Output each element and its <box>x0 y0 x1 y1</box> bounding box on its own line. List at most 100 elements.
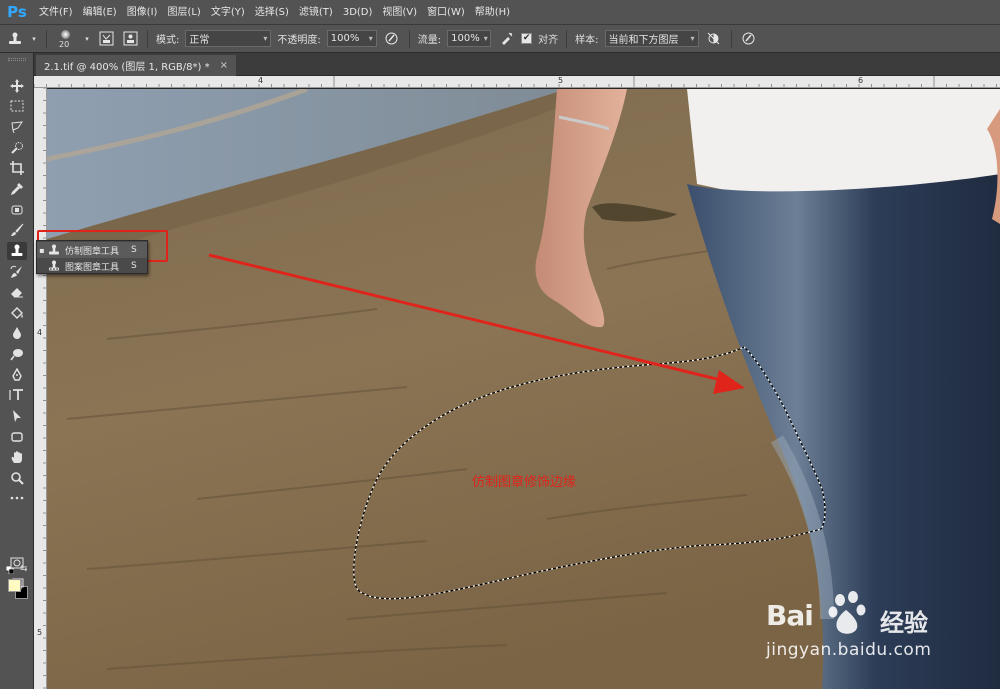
opacity-input[interactable]: 100% ▾ <box>326 30 377 47</box>
ignore-adjustment-layers-icon[interactable] <box>705 30 723 48</box>
menu-bar: Ps 文件(F) 编辑(E) 图像(I) 图层(L) 文字(Y) 选择(S) 滤… <box>0 0 1000 25</box>
spot-healing-tool-icon[interactable] <box>7 201 27 219</box>
baidu-jingyan-watermark: Bai 经验 jingyan.baidu.com <box>764 590 964 670</box>
brush-size-value: 20 <box>59 39 70 49</box>
document-tab[interactable]: 2.1.tif @ 400% (图层 1, RGB/8*) * × <box>36 55 236 76</box>
pressure-size-icon[interactable] <box>740 30 758 48</box>
flow-label: 流量: <box>417 35 442 46</box>
watermark-brand-latin: Bai <box>766 599 814 632</box>
separator <box>408 29 410 48</box>
opacity-value: 100% <box>330 33 360 44</box>
zoom-tool-icon[interactable] <box>7 469 27 487</box>
blur-tool-icon[interactable] <box>7 324 27 342</box>
paint-bucket-tool-icon[interactable] <box>7 304 27 322</box>
watermark-brand-cn: 经验 <box>880 609 928 637</box>
mode-select[interactable]: 正常 ▾ <box>185 30 272 47</box>
separator <box>566 29 568 48</box>
ruler-label: 5 <box>558 76 564 85</box>
hand-tool-icon[interactable] <box>7 448 27 466</box>
brush-tool-icon[interactable] <box>7 221 27 239</box>
menu-help[interactable]: 帮助(H) <box>470 0 515 25</box>
panel-grip[interactable] <box>8 58 26 61</box>
sample-select[interactable]: 当前和下方图层 ▾ <box>604 30 699 47</box>
chevron-down-icon: ▾ <box>263 34 268 43</box>
menu-layer[interactable]: 图层(L) <box>162 0 205 25</box>
sample-value: 当前和下方图层 <box>608 35 679 46</box>
tools-panel: ⇆ <box>0 53 34 689</box>
ruler-label: 4 <box>258 76 264 85</box>
chevron-down-icon: ▾ <box>483 34 488 43</box>
clone-stamp-preset-icon[interactable] <box>6 30 24 48</box>
separator <box>46 29 47 48</box>
sample-label: 样本: <box>575 35 599 46</box>
brush-size-picker[interactable]: 20 <box>55 28 77 50</box>
brush-settings-panel-icon[interactable] <box>97 30 115 48</box>
marquee-tool-icon[interactable] <box>7 97 27 115</box>
ruler-label: 5 <box>37 628 43 637</box>
menu-view[interactable]: 视图(V) <box>377 0 422 25</box>
flyout-item-label: 仿制图章工具 <box>65 246 120 257</box>
menu-edit[interactable]: 编辑(E) <box>78 0 122 25</box>
dodge-tool-icon[interactable] <box>7 345 27 363</box>
rectangle-tool-icon[interactable] <box>7 428 27 446</box>
move-tool-icon[interactable] <box>7 77 27 95</box>
flow-input[interactable]: 100% ▾ <box>447 30 492 47</box>
ruler-label: 6 <box>858 76 864 85</box>
ruler-vertical[interactable]: 4 5 <box>34 88 47 689</box>
menu-3d[interactable]: 3D(D) <box>338 0 378 25</box>
document-tab-bar: 2.1.tif @ 400% (图层 1, RGB/8*) * × <box>34 53 1000 76</box>
pattern-stamp-icon <box>47 259 61 273</box>
baidu-paw-icon <box>828 591 866 634</box>
eraser-tool-icon[interactable] <box>7 283 27 301</box>
flyout-item-clone-stamp[interactable]: ▪ 仿制图章工具 S <box>37 242 147 258</box>
chevron-down-icon: ▾ <box>690 34 695 43</box>
options-bar: ▾ 20 ▾ 模式: 正常 ▾ 不透明度: 100% ▾ 流量: 100% ▾ … <box>0 25 1000 53</box>
flyout-item-pattern-stamp[interactable]: 图案图章工具 S <box>37 258 147 274</box>
photoshop-logo: Ps <box>7 3 27 21</box>
ruler-horizontal-ticks <box>34 76 997 87</box>
annotation-label: 仿制图章修饰边缘 <box>472 475 577 490</box>
document-tab-title: 2.1.tif @ 400% (图层 1, RGB/8*) * <box>44 62 210 73</box>
airbrush-icon[interactable] <box>497 30 515 48</box>
opacity-label: 不透明度: <box>277 35 321 46</box>
ruler-vertical-ticks <box>43 88 46 689</box>
selected-bullet-icon: ▪ <box>39 245 45 255</box>
lasso-tool-icon[interactable] <box>7 118 27 136</box>
aligned-label: 对齐 <box>538 35 559 46</box>
foreground-color-swatch[interactable] <box>8 579 21 592</box>
brush-chevron-icon[interactable]: ▾ <box>83 30 91 48</box>
flyout-item-shortcut: S <box>131 261 137 271</box>
brush-tip-icon <box>61 29 70 39</box>
menu-filter[interactable]: 滤镜(T) <box>294 0 338 25</box>
ruler-label: 4 <box>37 328 43 337</box>
pen-tool-icon[interactable] <box>7 366 27 384</box>
separator <box>147 29 148 48</box>
eyedropper-tool-icon[interactable] <box>7 180 27 198</box>
menu-type[interactable]: 文字(Y) <box>206 0 250 25</box>
path-selection-tool-icon[interactable] <box>7 407 27 425</box>
crop-tool-icon[interactable] <box>7 159 27 177</box>
clone-stamp-tool-icon[interactable] <box>7 242 27 260</box>
aligned-checkbox[interactable]: ✔ <box>521 33 533 44</box>
quick-mask-icon[interactable] <box>7 554 27 572</box>
history-brush-tool-icon[interactable] <box>7 263 27 281</box>
menu-file[interactable]: 文件(F) <box>34 0 78 25</box>
pressure-opacity-icon[interactable] <box>383 30 401 48</box>
close-icon[interactable]: × <box>220 60 228 71</box>
ruler-horizontal[interactable]: 4 5 6 <box>34 76 1000 88</box>
quick-selection-tool-icon[interactable] <box>7 139 27 157</box>
clone-source-panel-icon[interactable] <box>121 30 139 48</box>
flyout-item-shortcut: S <box>131 245 137 255</box>
menu-window[interactable]: 窗口(W) <box>422 0 470 25</box>
preset-chevron-icon[interactable]: ▾ <box>30 30 38 48</box>
mode-label: 模式: <box>156 35 180 46</box>
more-tools-icon[interactable] <box>7 489 27 507</box>
menu-image[interactable]: 图像(I) <box>122 0 163 25</box>
chevron-down-icon: ▾ <box>368 34 373 43</box>
flyout-item-label: 图案图章工具 <box>65 262 120 273</box>
menu-select[interactable]: 选择(S) <box>250 0 294 25</box>
type-tool-icon[interactable] <box>7 386 27 404</box>
mode-value: 正常 <box>189 35 210 46</box>
flow-value: 100% <box>451 33 480 44</box>
watermark-url: jingyan.baidu.com <box>766 640 932 660</box>
